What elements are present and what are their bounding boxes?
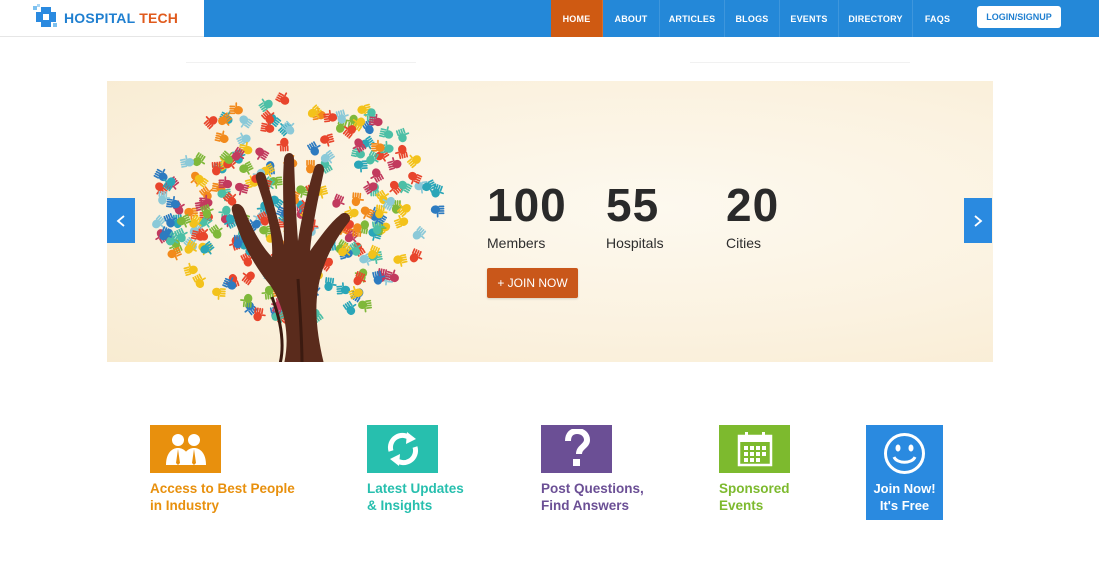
hand-leaf: [351, 192, 364, 207]
hand-leaf: [183, 262, 198, 276]
carousel-prev-button[interactable]: [107, 198, 135, 243]
stat-hospitals: 55 Hospitals: [606, 181, 664, 251]
hand-leaf: [335, 109, 349, 124]
stat-value: 20: [726, 179, 780, 231]
stat-members: 100 Members: [487, 181, 567, 251]
divider: [186, 62, 416, 63]
hands-tree-illustration: [152, 92, 445, 362]
hand-leaf: [354, 160, 368, 173]
feature-line: Post Questions,: [541, 481, 644, 496]
feature-line: in Industry: [150, 498, 220, 513]
stat-label: Hospitals: [606, 235, 664, 251]
nav-faqs[interactable]: FAQS: [913, 0, 962, 37]
hand-leaf: [336, 282, 351, 295]
hand-leaf: [370, 168, 384, 183]
nav-directory[interactable]: DIRECTORY: [839, 0, 913, 37]
hand-leaf: [239, 115, 254, 129]
feature-events-text[interactable]: Sponsored Events: [719, 480, 790, 514]
divider: [690, 62, 910, 63]
hand-leaf: [214, 130, 229, 143]
hand-leaf: [240, 293, 253, 308]
login-signup-button[interactable]: LOGIN/SIGNUP: [977, 6, 1061, 28]
hand-leaf: [209, 224, 223, 239]
main-nav: HOME ABOUT ARTICLES BLOGS EVENTS DIRECTO…: [551, 0, 962, 37]
stat-label: Members: [487, 235, 546, 251]
feature-people-text[interactable]: Access to Best People in Industry: [150, 480, 295, 514]
feature-line: Sponsored: [719, 481, 790, 496]
hand-leaf: [236, 132, 251, 147]
hand-leaf: [371, 139, 385, 152]
hero-banner: 100 Members 55 Hospitals 20 Cities + JOI…: [107, 81, 993, 362]
hand-leaf: [179, 154, 195, 168]
hand-leaf: [430, 205, 445, 218]
join-card-line: Join Now!: [873, 481, 936, 496]
hand-leaf: [324, 277, 337, 291]
carousel-next-button[interactable]: [964, 198, 992, 243]
feature-line: Access to Best People: [150, 481, 295, 496]
feature-questions-text[interactable]: Post Questions, Find Answers: [541, 480, 644, 514]
brand-name-part1: HOSPITAL: [64, 10, 136, 26]
hand-leaf: [358, 299, 373, 313]
logo[interactable]: HOSPITAL TECH: [0, 0, 204, 37]
hand-leaf: [275, 92, 290, 105]
medical-cross-icon: [33, 4, 57, 27]
smiley-icon: [884, 433, 925, 474]
hand-leaf: [241, 271, 255, 286]
hand-leaf: [332, 193, 345, 208]
chevron-right-icon: [974, 214, 983, 227]
feature-updates-text[interactable]: Latest Updates & Insights: [367, 480, 464, 514]
hand-leaf: [192, 273, 206, 288]
hand-leaf: [258, 98, 273, 113]
hand-leaf: [379, 126, 394, 139]
join-card-text: Join Now! It's Free: [866, 480, 943, 514]
hand-leaf: [409, 248, 423, 263]
stat-label: Cities: [726, 235, 762, 251]
stat-value: 55: [606, 179, 660, 231]
top-navbar: HOSPITAL TECH HOME ABOUT ARTICLES BLOGS …: [0, 0, 1099, 37]
hand-leaf: [395, 127, 410, 143]
hand-leaf: [253, 307, 266, 322]
feature-updates-tile[interactable]: [367, 425, 438, 473]
stat-value: 100: [487, 179, 567, 231]
join-now-button[interactable]: + JOIN NOW: [487, 268, 578, 298]
nav-about[interactable]: ABOUT: [603, 0, 660, 37]
feature-people-tile[interactable]: [150, 425, 221, 473]
refresh-icon: [387, 432, 418, 466]
chevron-left-icon: [116, 214, 125, 227]
hand-leaf: [229, 102, 243, 115]
hand-leaf: [212, 287, 226, 300]
feature-line: Events: [719, 498, 764, 513]
calendar-icon: [737, 432, 772, 467]
brand-name: HOSPITAL TECH: [64, 10, 178, 26]
question-icon: [564, 429, 590, 466]
hand-leaf: [276, 137, 289, 152]
hand-leaf: [218, 176, 233, 189]
join-card-line: It's Free: [879, 498, 930, 513]
brand-name-part2: TECH: [139, 10, 179, 26]
hand-leaf: [407, 154, 421, 169]
hand-leaf: [203, 116, 218, 130]
nav-articles[interactable]: ARTICLES: [660, 0, 725, 37]
feature-line: Latest Updates: [367, 481, 464, 496]
hand-leaf: [158, 190, 171, 205]
feature-line: Find Answers: [541, 498, 630, 513]
hand-leaf: [348, 285, 363, 300]
nav-home[interactable]: HOME: [551, 0, 603, 37]
hand-leaf: [412, 226, 427, 240]
hand-leaf: [393, 253, 408, 267]
hand-leaf: [320, 133, 335, 147]
hand-leaf: [255, 147, 270, 161]
nav-events[interactable]: EVENTS: [780, 0, 839, 37]
feature-line: & Insights: [367, 498, 433, 513]
people-icon: [165, 434, 206, 465]
hand-leaf: [395, 144, 409, 160]
hand-leaf: [184, 239, 197, 254]
nav-blogs[interactable]: BLOGS: [725, 0, 780, 37]
feature-events-tile[interactable]: [719, 425, 790, 473]
join-free-card[interactable]: Join Now! It's Free: [866, 425, 943, 520]
stat-cities: 20 Cities: [726, 181, 779, 251]
feature-questions-tile[interactable]: [541, 425, 612, 473]
